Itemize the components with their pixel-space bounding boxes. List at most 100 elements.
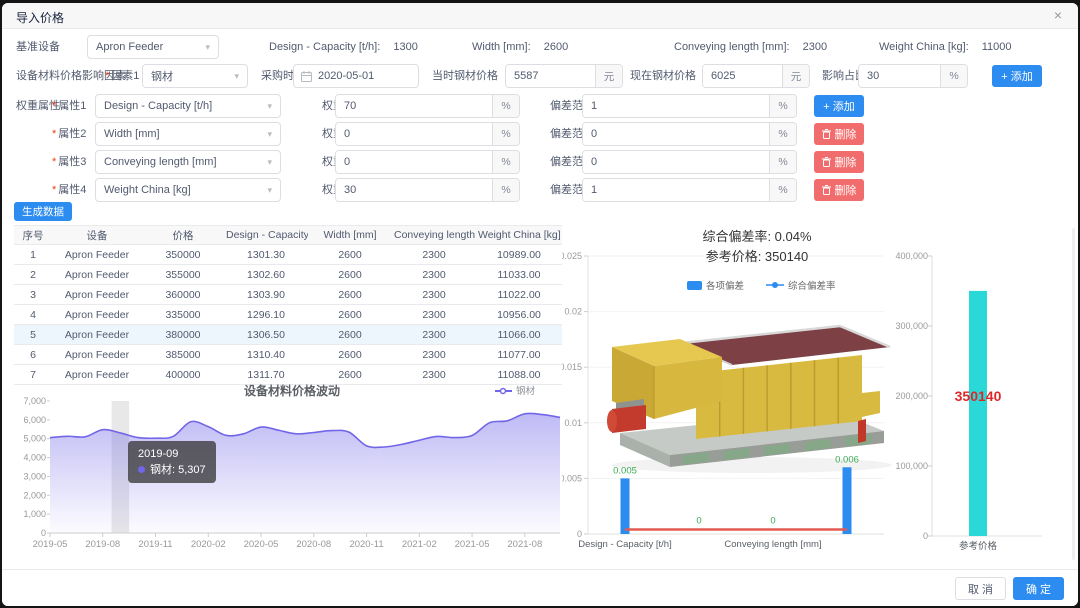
attr1-select[interactable]: Design - Capacity [t/h] ▾ xyxy=(95,94,281,118)
table-header-row: 序号 设备 价格 Design - Capacity... Width [mm] Conv… xyxy=(14,225,562,245)
material-price-chart[interactable]: 0 1,000 2,000 3,000 4,000 5,000 6,000 7,000 2019… xyxy=(12,381,570,561)
cancel-button[interactable]: 取 消 xyxy=(954,577,1006,600)
delete-attr-button[interactable]: 删除 xyxy=(814,151,864,173)
scrollbar[interactable] xyxy=(1072,228,1075,560)
svg-text:0: 0 xyxy=(577,529,582,539)
table-cell: 2600 xyxy=(308,344,392,365)
table-cell: 1296.10 xyxy=(224,304,308,325)
attr2-weight-input[interactable] xyxy=(336,123,492,145)
table-row[interactable]: 1 Apron Feeder 350000 1301.30 2600 2300 10989.… xyxy=(14,244,562,265)
attr4-deviation-input[interactable] xyxy=(583,179,769,201)
table-cell: 1310.40 xyxy=(224,344,308,365)
attr2-value: Width [mm] xyxy=(104,128,160,140)
table-cell: 2600 xyxy=(308,324,392,345)
table-row[interactable]: 3 Apron Feeder 360000 1303.90 2600 2300 11022.… xyxy=(14,284,562,305)
attr4-select[interactable]: Weight China [kg] ▾ xyxy=(95,178,281,202)
table-cell: 11022.00 xyxy=(476,284,562,305)
svg-text:2020-11: 2020-11 xyxy=(349,539,383,550)
table-cell: 11077.00 xyxy=(476,344,562,365)
ratio-input[interactable] xyxy=(859,65,940,87)
column-header: 价格 xyxy=(142,225,224,245)
form-row-factor: 设备材料价格影响因素 * 因素1 钢材 ▾ 采购时间 2020-05-01 当时钢… xyxy=(2,63,1078,89)
apron-feeder-3d-render xyxy=(607,324,892,473)
delete-attr-button[interactable]: 删除 xyxy=(814,123,864,145)
table-cell: 1303.90 xyxy=(224,284,308,305)
attr2-deviation-input[interactable] xyxy=(583,123,769,145)
delete-attr-button[interactable]: 删除 xyxy=(814,179,864,201)
then-price-input[interactable] xyxy=(506,65,595,87)
table-cell: Apron Feeder xyxy=(52,324,142,345)
svg-text:0: 0 xyxy=(770,516,775,527)
table-row[interactable]: 2 Apron Feeder 355000 1302.60 2600 2300 11033.… xyxy=(14,264,562,285)
base-equipment-label: 基准设备 xyxy=(16,41,60,53)
factor1-value: 钢材 xyxy=(151,71,173,83)
percent-suffix: % xyxy=(492,179,519,201)
table-cell: 11033.00 xyxy=(476,264,562,285)
svg-text:7,000: 7,000 xyxy=(23,396,46,406)
attr1-weight-input[interactable] xyxy=(336,95,492,117)
form-row-attr3: *属性3 Conveying length [mm] ▾ 权重 % 偏差范围 ±… xyxy=(2,149,1078,175)
ok-button[interactable]: 确 定 xyxy=(1012,577,1064,600)
then-price-group: 元 xyxy=(505,64,623,88)
attr3-weight-input[interactable] xyxy=(336,151,492,173)
page-title: 导入价格 xyxy=(16,11,65,25)
trash-icon xyxy=(821,185,831,195)
attr1-deviation-group: % xyxy=(582,94,797,118)
tooltip-date: 2019-09 xyxy=(138,448,179,460)
table-row[interactable]: 6 Apron Feeder 385000 1310.40 2600 2300 11077.… xyxy=(14,344,562,365)
reference-price-chart[interactable]: 0 100,000 200,000 300,000 400,000 350140 参考价格 xyxy=(892,225,1078,570)
tooltip-row: 钢材: 5,307 xyxy=(138,462,206,478)
add-attr-button[interactable]: + 添加 xyxy=(814,95,864,117)
attr1-value: Design - Capacity [t/h] xyxy=(104,100,213,112)
svg-text:2020-05: 2020-05 xyxy=(244,539,279,550)
ratio-group: % xyxy=(858,64,968,88)
form-row-attr1: 权重属性 *属性1 Design - Capacity [t/h] ▾ 权重 %… xyxy=(2,93,1078,119)
dialog-titlebar: 导入价格 × xyxy=(2,3,1078,29)
factor1-select[interactable]: 钢材 ▾ xyxy=(142,64,248,88)
svg-text:2019-05: 2019-05 xyxy=(33,539,68,550)
base-equipment-value: Apron Feeder xyxy=(96,41,164,53)
svg-text:0.02: 0.02 xyxy=(564,307,582,317)
now-price-label: 现在钢材价格 xyxy=(630,70,696,82)
table-row[interactable]: 4 Apron Feeder 335000 1296.10 2600 2300 10956.… xyxy=(14,304,562,325)
now-price-group: 元 xyxy=(702,64,810,88)
trash-icon xyxy=(821,129,831,139)
svg-text:参考价格: 参考价格 xyxy=(959,540,998,552)
attr3-deviation-input[interactable] xyxy=(583,151,769,173)
attr2-select[interactable]: Width [mm] ▾ xyxy=(95,122,281,146)
base-equipment-select[interactable]: Apron Feeder ▾ xyxy=(87,35,219,59)
purchase-date-input[interactable]: 2020-05-01 xyxy=(293,64,419,88)
deviation-chart-svg: 0 0.005 0.01 0.015 0.02 0.025 0.005 0 0 0.006 Desi… xyxy=(559,229,892,550)
attr4-weight-input[interactable] xyxy=(336,179,492,201)
spec-weight-value: 11000 xyxy=(981,41,1012,53)
column-header: Weight China [kg] xyxy=(476,225,562,245)
column-header: Design - Capacity... xyxy=(224,225,308,245)
chevron-down-icon: ▾ xyxy=(267,156,272,167)
svg-text:2021-05: 2021-05 xyxy=(455,539,490,550)
svg-text:0.005: 0.005 xyxy=(562,473,582,483)
now-price-input[interactable] xyxy=(703,65,782,87)
form-row-attr4: *属性4 Weight China [kg] ▾ 权重 % 偏差范围 ± % 删… xyxy=(2,177,1078,203)
table-cell: 1301.30 xyxy=(224,244,308,265)
table-cell: 380000 xyxy=(142,324,224,345)
svg-text:6,000: 6,000 xyxy=(23,415,46,425)
spec-width: Width [mm]: 2600 xyxy=(472,34,568,60)
close-icon[interactable]: × xyxy=(1050,7,1066,23)
spec-length: Conveying length [mm]: 2300 xyxy=(674,34,827,60)
deviation-chart[interactable]: 0 0.005 0.01 0.015 0.02 0.025 0.005 0 0 0.006 Desi… xyxy=(559,225,892,570)
percent-suffix: % xyxy=(492,123,519,145)
percent-suffix: % xyxy=(940,65,967,87)
svg-text:0.025: 0.025 xyxy=(562,251,582,261)
table-cell: 2600 xyxy=(308,284,392,305)
add-factor-button[interactable]: + 添加 xyxy=(992,65,1042,87)
table-cell: 385000 xyxy=(142,344,224,365)
attr1-deviation-input[interactable] xyxy=(583,95,769,117)
table-row[interactable]: 5 Apron Feeder 380000 1306.50 2600 2300 11066.… xyxy=(14,324,562,345)
percent-suffix: % xyxy=(769,95,796,117)
attr3-select[interactable]: Conveying length [mm] ▾ xyxy=(95,150,281,174)
delete-label: 删除 xyxy=(834,185,857,197)
svg-text:3,000: 3,000 xyxy=(23,471,46,481)
chevron-down-icon: ▾ xyxy=(267,100,272,111)
generate-data-button[interactable]: 生成数据 xyxy=(14,202,72,221)
svg-text:0.01: 0.01 xyxy=(564,418,582,428)
